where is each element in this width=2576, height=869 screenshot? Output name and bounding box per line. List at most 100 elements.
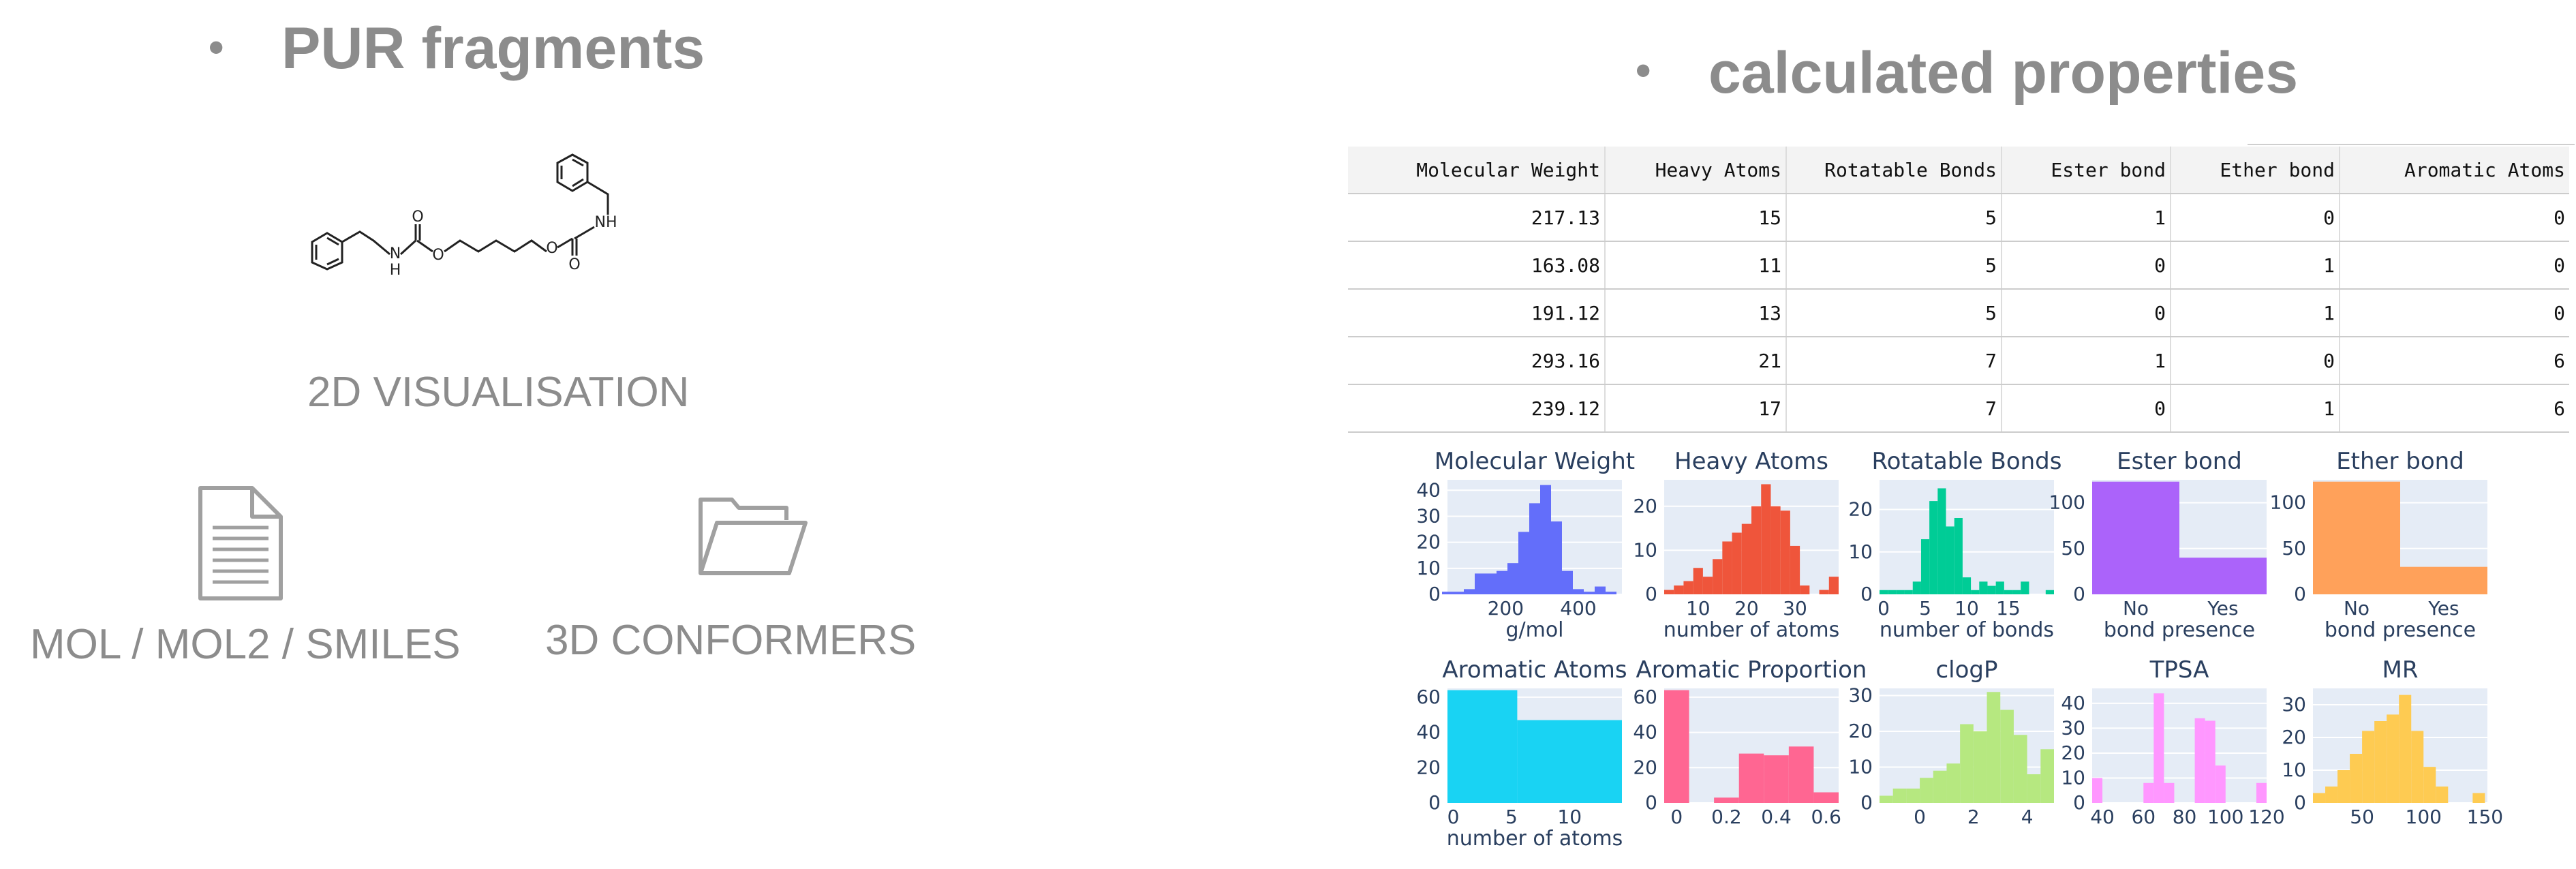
y-tick-label: 30 xyxy=(1848,684,1873,707)
histogram-bar xyxy=(1674,585,1684,594)
y-tick-label: 30 xyxy=(2061,716,2085,739)
histogram-bar xyxy=(1896,590,1905,594)
histogram-bar xyxy=(1714,797,1739,803)
y-tick-label: 0 xyxy=(1428,583,1441,605)
histogram-bar xyxy=(1464,589,1475,594)
y-tick-label: 0 xyxy=(2294,791,2306,814)
histogram-bar xyxy=(1979,581,1988,594)
y-tick-label: 40 xyxy=(1633,721,1657,744)
x-tick-label: 30 xyxy=(1783,597,1807,620)
x-axis-label: bond presence xyxy=(2325,618,2476,642)
histogram-bar xyxy=(2399,695,2412,803)
histogram-bar xyxy=(2362,731,2375,803)
histogram-bar xyxy=(1702,577,1713,594)
histogram-bar xyxy=(1920,778,1933,803)
chart-title: TPSA xyxy=(2149,656,2209,684)
chart-title: Rotatable Bonds xyxy=(1872,448,2062,475)
histogram-bar xyxy=(1497,570,1507,594)
histogram-bar xyxy=(2337,770,2350,803)
y-tick-label: 10 xyxy=(2282,759,2306,781)
y-tick-label: 20 xyxy=(1633,495,1657,517)
histogram-bar xyxy=(2472,793,2485,803)
histogram-bar xyxy=(2436,787,2449,803)
histogram-bar xyxy=(1973,731,1987,803)
histogram-bar xyxy=(1892,789,1907,803)
histogram-bar xyxy=(1713,559,1723,594)
histogram-bar xyxy=(2350,754,2363,803)
y-tick-label: 0 xyxy=(1860,583,1873,605)
histogram-bar xyxy=(1764,755,1789,803)
histogram-bar xyxy=(2000,710,2014,803)
histogram-bar xyxy=(1920,539,1930,594)
histogram-bar xyxy=(1540,485,1551,594)
histogram-bar xyxy=(1960,724,1974,803)
histogram-bar xyxy=(1819,590,1829,594)
histogram-bar xyxy=(1770,506,1781,594)
histogram-bar xyxy=(1573,589,1584,594)
histogram-bar xyxy=(2153,693,2164,803)
x-axis-label: bond presence xyxy=(2104,618,2255,642)
histogram-bar xyxy=(1800,585,1810,594)
x-tick-label: 5 xyxy=(1919,597,1931,620)
x-tick-label: 100 xyxy=(2406,806,2442,828)
x-tick-label: 0 xyxy=(1877,597,1890,620)
histogram-bar xyxy=(1904,590,1913,594)
x-tick-label: 50 xyxy=(2350,806,2374,828)
x-tick-label: 150 xyxy=(2467,806,2503,828)
histogram-bar xyxy=(1788,746,1814,803)
histogram-bar xyxy=(1828,577,1839,594)
x-tick-label: 80 xyxy=(2173,806,2197,828)
chart-title: clogP xyxy=(1935,656,1997,684)
histogram-bar xyxy=(1529,503,1540,594)
histogram-grid: 010203040200 400Molecular Weightg/mol0102… xyxy=(1416,448,2503,851)
histogram-bar xyxy=(1683,581,1693,594)
histogram-bar xyxy=(1761,484,1771,594)
histogram-bar xyxy=(1442,592,1453,594)
histogram-bar xyxy=(2313,481,2400,594)
y-tick-label: 50 xyxy=(2282,537,2306,560)
x-tick-label: 100 xyxy=(2207,806,2243,828)
x-tick-label: 10 xyxy=(1954,597,1979,620)
x-axis-label: number of bonds xyxy=(1880,618,2054,642)
y-tick-label: 0 xyxy=(2073,583,2085,605)
y-tick-label: 50 xyxy=(2061,537,2085,560)
histogram-bar xyxy=(2387,714,2399,803)
histogram-bar xyxy=(2194,718,2205,803)
histogram-bar xyxy=(2013,735,2027,803)
x-tick-label: 40 xyxy=(2090,806,2115,828)
y-tick-label: 60 xyxy=(1416,686,1441,708)
y-tick-label: 20 xyxy=(1848,720,1873,742)
histogram-bar xyxy=(1780,510,1790,594)
y-tick-label: 0 xyxy=(1428,791,1441,814)
y-tick-label: 10 xyxy=(1848,540,1873,563)
chart-title: Ester bond xyxy=(2117,448,2242,475)
y-tick-label: 40 xyxy=(1416,721,1441,744)
histogram-bar xyxy=(1995,581,2004,594)
x-tick-label: 0 xyxy=(1447,806,1460,828)
histogram-bar xyxy=(2205,720,2215,803)
chart-title: Molecular Weight xyxy=(1435,448,1635,475)
histogram-bar xyxy=(1722,541,1732,594)
x-tick-label: 0 xyxy=(1914,806,1926,828)
histogram-bar xyxy=(1584,592,1595,594)
histogram-bar xyxy=(1946,526,1954,594)
histogram-bar xyxy=(1664,690,1689,803)
chart-title: MR xyxy=(2382,656,2419,684)
histogram-bar xyxy=(1551,521,1562,594)
histogram-bar xyxy=(1518,532,1529,594)
x-tick-label: No xyxy=(2123,597,2149,620)
plot-background xyxy=(1880,480,2054,594)
histogram-bar xyxy=(1453,592,1464,594)
histogram-bar xyxy=(1595,586,1606,594)
chart-title: Ether bond xyxy=(2336,448,2464,475)
histogram-bar xyxy=(2215,765,2226,803)
histogram-bar xyxy=(2313,793,2326,803)
y-tick-label: 0 xyxy=(1645,583,1657,605)
histogram-bar xyxy=(1946,763,1961,803)
y-tick-label: 40 xyxy=(1416,478,1441,501)
histogram-bar xyxy=(2325,787,2338,803)
histogram-bar xyxy=(2411,731,2424,803)
y-tick-label: 0 xyxy=(1860,791,1873,814)
y-tick-label: 0 xyxy=(2073,791,2085,814)
x-tick-label: Yes xyxy=(2427,597,2459,620)
